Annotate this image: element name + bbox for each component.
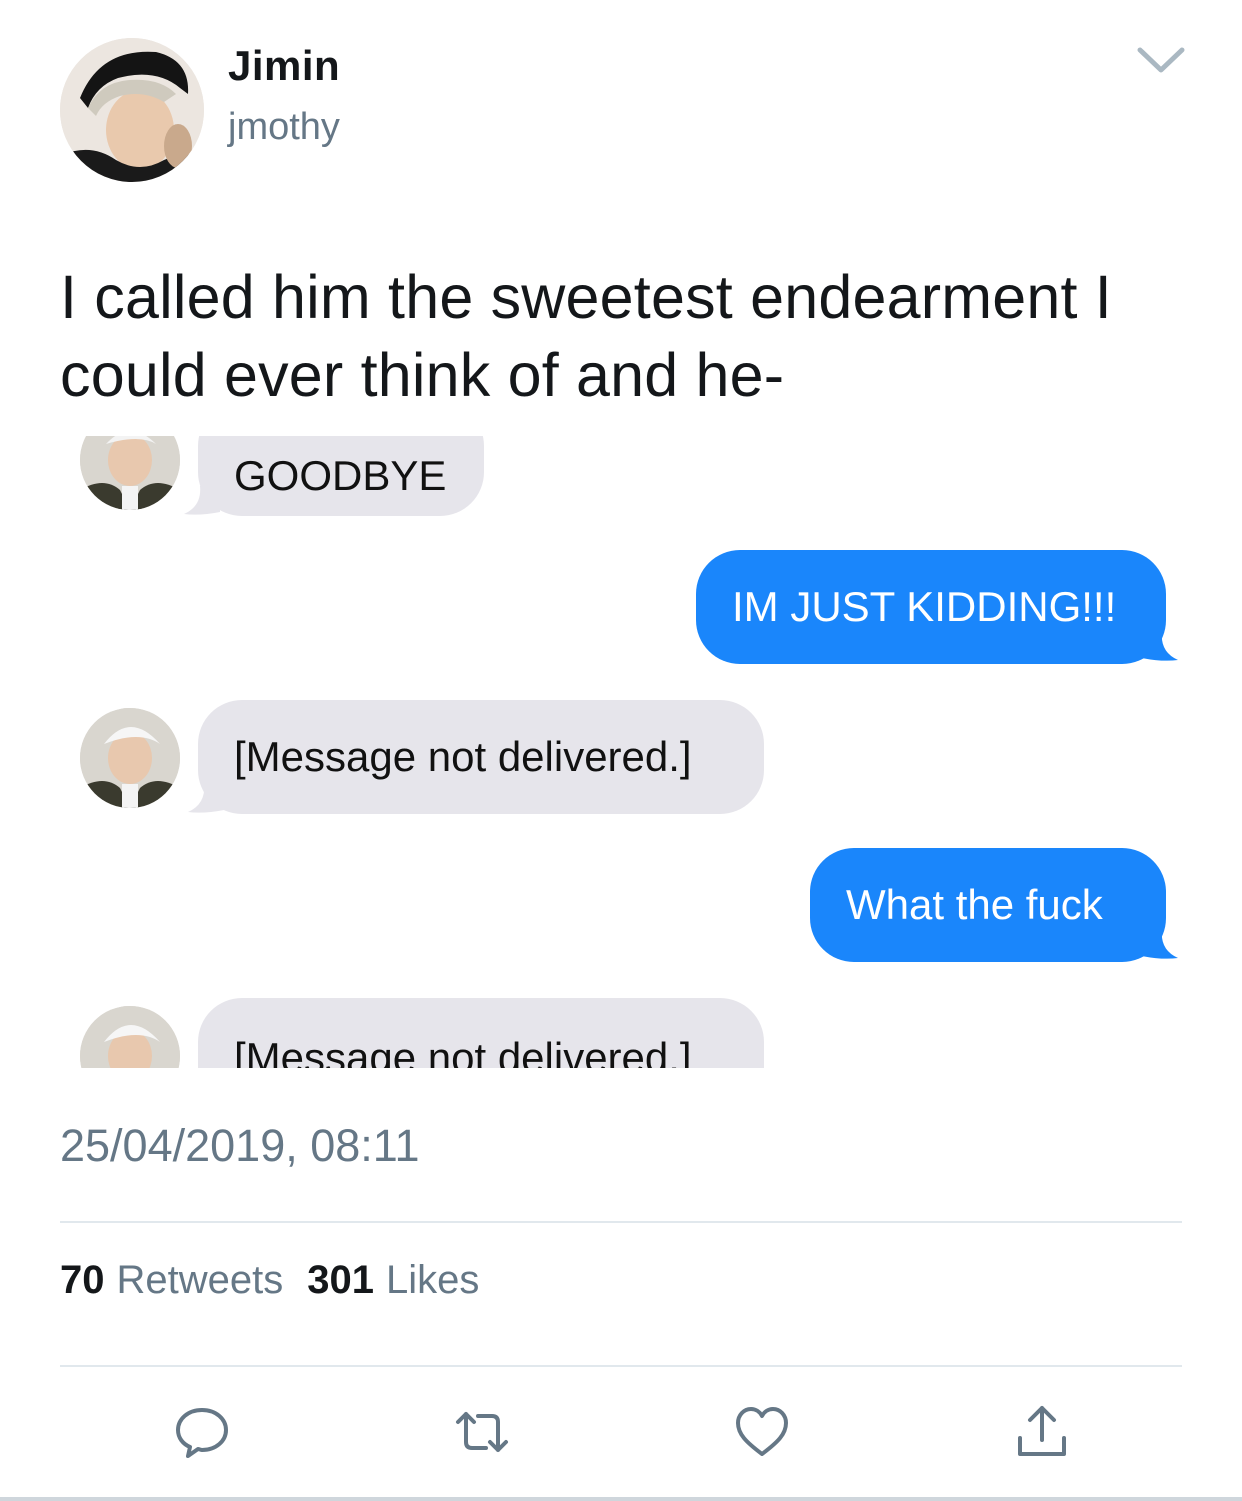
message-text: IM JUST KIDDING!!! [732,583,1117,630]
divider [60,1221,1182,1223]
message-bubble-received: GOODBYE [198,436,484,516]
message-text: What the fuck [846,881,1103,928]
message-text: GOODBYE [234,452,447,499]
divider [60,1365,1182,1367]
user-handle[interactable]: jmothy [228,106,340,149]
bubble-tail [1142,930,1178,959]
retweet-icon[interactable] [452,1402,512,1462]
message-bubble-received: [Message not delivered.] [198,998,764,1068]
tweet-text: I called him the sweetest endearment I c… [60,258,1180,414]
message-text: [Message not delivered.] [234,733,692,780]
retweets-count[interactable]: 70 [60,1258,105,1303]
contact-avatar [80,436,180,510]
message-bubble-sent: What the fuck [810,848,1166,962]
tweet-detail: Jimin jmothy I called him the sweetest e… [0,0,1242,1501]
display-name[interactable]: Jimin [228,42,340,90]
attached-chat-screenshot[interactable]: GOODBYE IM JUST KIDDING!!! [Message not … [60,436,1182,1068]
retweets-label[interactable]: Retweets [117,1258,284,1303]
reply-icon[interactable] [172,1402,232,1462]
profile-avatar[interactable] [60,38,204,182]
bubble-tail [1142,632,1178,661]
message-bubble-sent: IM JUST KIDDING!!! [696,550,1166,664]
share-icon[interactable] [1012,1402,1072,1462]
chevron-down-icon[interactable] [1136,42,1186,78]
tweet-timestamp: 25/04/2019, 08:11 [60,1120,420,1171]
likes-label[interactable]: Likes [386,1258,479,1303]
likes-count[interactable]: 301 [307,1258,374,1303]
tweet-text-line: could ever think of and he- [60,341,785,409]
like-icon[interactable] [732,1402,792,1462]
bottom-border [0,1497,1242,1501]
contact-avatar [80,1006,180,1068]
engagement-counts: 70 Retweets 301 Likes [60,1258,479,1303]
message-bubble-received: [Message not delivered.] [198,700,764,814]
contact-avatar [80,708,180,808]
tweet-text-line: I called him the sweetest endearment I [60,263,1112,331]
message-text: [Message not delivered.] [234,1034,692,1068]
